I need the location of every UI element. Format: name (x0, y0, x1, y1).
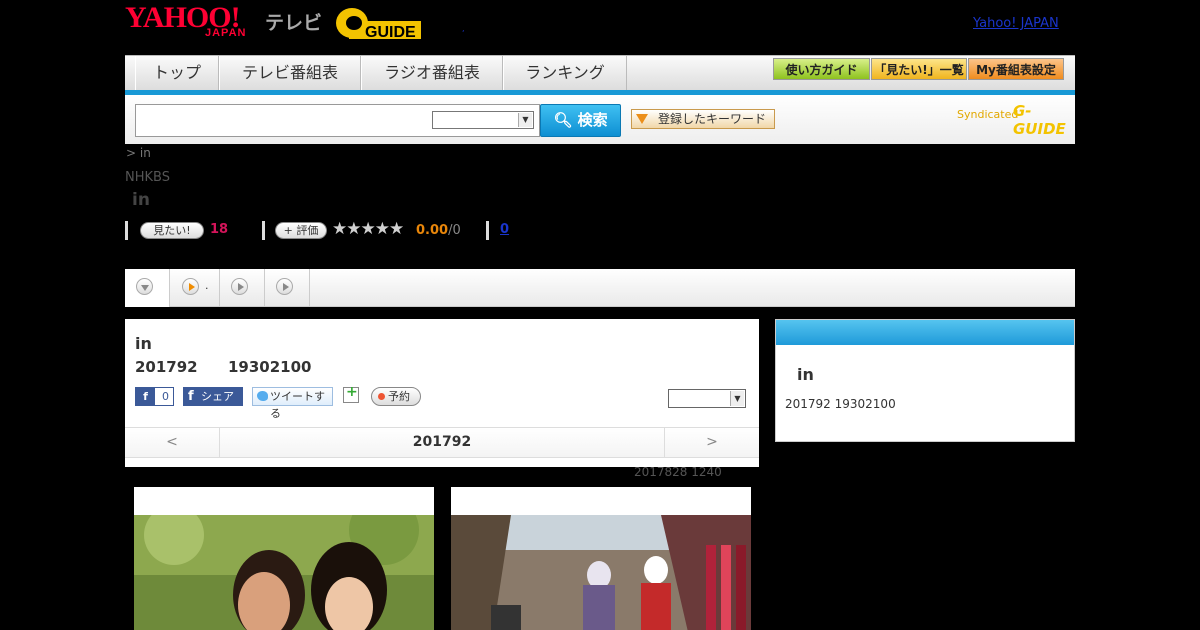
program-photo-2[interactable] (451, 487, 751, 630)
nav-tab-radio-schedule[interactable]: ラジオ番組表 (361, 56, 503, 90)
saved-keywords-button[interactable]: 登録したキーワード (631, 109, 775, 129)
tweet-label: ツイートする (270, 390, 325, 420)
yahoo-japan-link[interactable]: Yahoo! JAPAN (973, 16, 1059, 31)
tab-info[interactable] (125, 269, 170, 307)
side-panel-header (776, 320, 1074, 345)
updated-timestamp: 2017828 1240 (634, 465, 722, 479)
breadcrumb[interactable]: > in (126, 146, 151, 160)
expand-icon (136, 278, 153, 295)
recorder-select[interactable]: ▼ (668, 389, 746, 408)
nav-tab-tv-schedule[interactable]: テレビ番組表 (219, 56, 361, 90)
record-reserve-button[interactable]: 予約 (371, 387, 421, 406)
triangle-down-icon (636, 114, 648, 124)
tweet-button[interactable]: ツイートする (252, 387, 333, 420)
search-category-select[interactable]: ▼ (432, 111, 534, 129)
play-icon (276, 278, 293, 295)
rating-count: /0 (448, 223, 461, 238)
add-to-calendar-icon[interactable] (343, 384, 359, 403)
prev-date-button[interactable]: < (125, 428, 220, 457)
search-button[interactable]: 🔍︎ 検索 (540, 104, 621, 137)
tab-3[interactable] (220, 269, 265, 307)
guide-button[interactable]: 使い方ガイド (773, 58, 870, 80)
rating-score: 0.00/0 (416, 223, 461, 238)
reserve-label: 予約 (388, 390, 410, 403)
mitai-list-button[interactable]: 「見たい!」一覧 (871, 58, 967, 80)
facebook-icon: f (136, 388, 155, 405)
chevron-down-icon: ▼ (518, 113, 532, 127)
program-title: in (132, 190, 150, 210)
record-dot-icon (378, 393, 385, 400)
next-date-button[interactable]: > (664, 428, 759, 457)
play-icon (182, 278, 199, 295)
side-panel: in 201792 19302100 (775, 319, 1075, 442)
play-icon (231, 278, 248, 295)
syndicated-gguide-logo: G-GUIDE (1013, 102, 1066, 138)
star-rating-icon: ★★★★★ (332, 219, 404, 239)
tab-4[interactable] (265, 269, 310, 307)
program-detail-panel: in 201792 19302100 f 0 f シェア ツイートする 予約 ▼… (125, 319, 759, 467)
twitter-bird-icon (257, 391, 268, 401)
site-header: YAHOO! JAPAN テレビ GUIDE , Yahoo! JAPAN (125, 0, 1075, 55)
mitai-button[interactable]: 見たい! (140, 222, 204, 239)
channel-name: NHKBS (125, 170, 170, 185)
mitai-label: 見たい! (153, 224, 191, 237)
detail-time: 19302100 (228, 358, 312, 376)
rate-label: 評価 (296, 224, 319, 237)
main-nav: トップ テレビ番組表 ラジオ番組表 ランキング 使い方ガイド 「見たい!」一覧 … (125, 55, 1075, 91)
search-bar: ▼ 🔍︎ 検索 登録したキーワード Syndicated G-GUIDE (125, 95, 1075, 144)
divider (486, 221, 489, 240)
detail-title: in (135, 334, 152, 353)
current-date: 201792 (412, 434, 472, 450)
photo-two-women (134, 515, 434, 630)
nav-tab-top[interactable]: トップ (135, 56, 219, 90)
header-dot: , (462, 24, 465, 33)
program-photo-1[interactable] (134, 487, 434, 630)
tab-2[interactable]: . (170, 269, 220, 307)
side-title: in (797, 365, 814, 384)
chevron-down-icon: ▼ (730, 391, 744, 406)
divider (125, 221, 128, 240)
date-pager: < 201792 > (125, 427, 759, 458)
review-count-link[interactable]: 0 (500, 222, 509, 237)
svg-text:GUIDE: GUIDE (365, 24, 416, 40)
saved-keywords-label: 登録したキーワード (658, 112, 767, 126)
facebook-icon: f (188, 389, 194, 404)
facebook-share-button[interactable]: f シェア (183, 387, 243, 406)
photo-street-market (451, 515, 751, 630)
detail-date: 201792 (135, 358, 198, 376)
facebook-like-count: 0 (162, 390, 169, 403)
facebook-like-button[interactable]: f 0 (135, 387, 174, 406)
my-schedule-settings-button[interactable]: My番組表設定 (968, 58, 1064, 80)
nav-tab-ranking[interactable]: ランキング (503, 56, 627, 90)
search-icon: 🔍︎ (553, 111, 573, 129)
share-label: シェア (201, 390, 234, 403)
program-tabs: . (125, 269, 1075, 307)
rating-value: 0.00 (416, 223, 449, 238)
syndicated-label: Syndicated (957, 108, 1019, 121)
search-button-label: 検索 (577, 111, 608, 129)
tv-logo-text[interactable]: テレビ (265, 8, 322, 35)
gguide-logo[interactable]: GUIDE (335, 6, 425, 40)
side-date: 201792 19302100 (785, 397, 896, 411)
yahoo-japan-logo-text: JAPAN (205, 27, 247, 39)
tab-2-label: . (205, 279, 209, 292)
plus-icon: + (283, 224, 293, 237)
rate-button[interactable]: + 評価 (275, 222, 327, 239)
divider (262, 221, 265, 240)
mitai-count: 18 (210, 222, 229, 237)
